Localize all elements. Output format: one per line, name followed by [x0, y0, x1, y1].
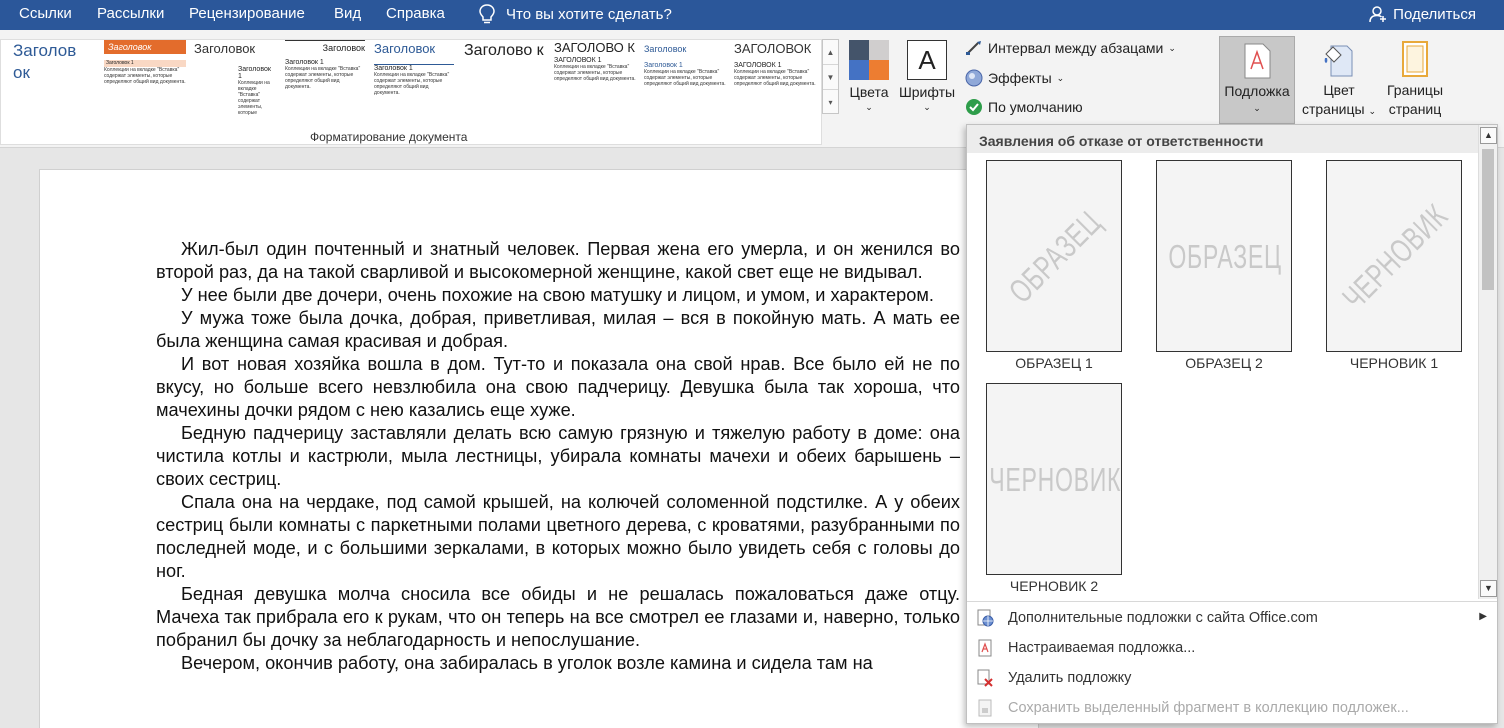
style-item[interactable]: Заголовок Заголовок 1 Коллекции на вклад…: [285, 40, 365, 116]
group-label-document-formatting: Форматирование документа: [310, 130, 468, 144]
style-item[interactable]: Заголовок Заголовок 1 Коллекции на вклад…: [644, 40, 726, 116]
tell-me-text[interactable]: Что вы хотите сделать?: [506, 6, 672, 23]
remove-watermark-item[interactable]: Удалить подложку: [967, 663, 1497, 693]
watermark-text: ЧЕРНОВИК: [989, 461, 1121, 498]
paint-bucket-icon: [1324, 45, 1353, 77]
remove-watermark-icon: [977, 669, 993, 687]
paragraph[interactable]: Вечером, окончив работу, она забиралась …: [156, 652, 960, 675]
page-borders-label-2: страниц: [1388, 101, 1442, 117]
chevron-down-icon: ⌄: [1056, 72, 1065, 83]
style-item[interactable]: Заголов ок: [13, 40, 91, 116]
watermark-text: ЧЕРНОВИК: [1334, 196, 1455, 317]
more-watermarks-office-item[interactable]: Дополнительные подложки с сайта Office.c…: [967, 603, 1497, 633]
paragraph[interactable]: У нее были две дочери, очень похожие на …: [156, 284, 960, 307]
watermark-thumb-draft-2[interactable]: ЧЕРНОВИК: [986, 383, 1122, 575]
tab-view[interactable]: Вид: [334, 5, 361, 22]
style-item[interactable]: Заголовок Заголовок 1 Коллекции на вклад…: [374, 40, 454, 116]
divider: [967, 601, 1497, 602]
fonts-icon: A: [907, 40, 947, 80]
watermark-label: ОБРАЗЕЦ 1: [1015, 355, 1093, 371]
watermark-thumb-sample-2[interactable]: ОБРАЗЕЦ: [1156, 160, 1292, 352]
tell-me-search[interactable]: Что вы хотите сделать?: [478, 3, 672, 25]
globe-watermark-icon: [977, 609, 994, 627]
chevron-down-icon: ⌄: [1168, 42, 1176, 53]
watermark-text: ОБРАЗЕЦ: [1168, 238, 1282, 275]
page-borders-button[interactable]: Границы страниц: [1381, 36, 1449, 124]
check-circle-icon: [966, 99, 982, 115]
document-body[interactable]: Жил-был один почтенный и знатный человек…: [156, 238, 960, 675]
scroll-down-icon[interactable]: ▼: [1480, 580, 1497, 597]
chevron-down-icon: ⌄: [923, 102, 931, 112]
effects-icon: [965, 69, 983, 87]
page-color-label-1: Цвет: [1323, 82, 1355, 98]
share-label: Поделиться: [1393, 5, 1476, 23]
scroll-up-icon[interactable]: ▲: [823, 40, 838, 65]
chevron-down-icon: ⌄: [865, 102, 873, 112]
watermark-page-icon: [1244, 43, 1271, 79]
tab-help[interactable]: Справка: [386, 5, 445, 22]
colors-button[interactable]: Цвета ⌄: [846, 39, 892, 125]
watermark-button[interactable]: Подложка ⌄: [1219, 36, 1295, 124]
style-item[interactable]: Заголово к: [464, 40, 546, 116]
lightbulb-icon: [479, 4, 495, 24]
paragraph-spacing-button[interactable]: Интервал между абзацами ⌄: [965, 40, 1176, 56]
watermark-label: ЧЕРНОВИК 1: [1349, 355, 1439, 371]
effects-button[interactable]: Эффекты ⌄: [965, 69, 1064, 87]
paragraph[interactable]: Спала она на чердаке, под самой крышей, …: [156, 491, 960, 583]
paragraph[interactable]: И вот новая хозяйка вошла в дом. Тут-то …: [156, 353, 960, 422]
scroll-up-icon[interactable]: ▲: [1480, 127, 1497, 144]
paragraph-spacing-icon: [966, 41, 981, 55]
tab-review[interactable]: Рецензирование: [189, 5, 305, 22]
custom-watermark-icon: [978, 639, 992, 657]
chevron-right-icon: ▶: [1479, 611, 1487, 622]
panel-scrollbar[interactable]: ▲ ▼: [1478, 125, 1497, 599]
paragraph[interactable]: Бедная девушка молча сносила все обиды и…: [156, 583, 960, 652]
page-borders-icon: [1402, 41, 1428, 77]
watermark-thumb-sample-1[interactable]: ОБРАЗЕЦ: [986, 160, 1122, 352]
gallery-scroll[interactable]: ▲ ▼ ▾: [822, 39, 839, 114]
custom-watermark-item[interactable]: Настраиваемая подложка...: [967, 633, 1497, 663]
tab-mailings[interactable]: Рассылки: [97, 5, 164, 22]
scroll-thumb[interactable]: [1482, 149, 1494, 290]
watermark-label: Подложка: [1224, 83, 1290, 99]
watermark-label: ЧЕРНОВИК 2: [1009, 578, 1099, 594]
style-item[interactable]: Заголовок Заголовок 1 Коллекции на вклад…: [104, 40, 186, 116]
chevron-down-icon: ⌄: [1368, 106, 1377, 116]
set-default-button[interactable]: По умолчанию: [965, 98, 1083, 116]
colors-label: Цвета: [849, 84, 889, 100]
save-selection-to-gallery-item: Сохранить выделенный фрагмент в коллекци…: [967, 693, 1497, 723]
watermark-thumb-draft-1[interactable]: ЧЕРНОВИК: [1326, 160, 1462, 352]
paragraph[interactable]: Бедную падчерицу заставляли делать всю с…: [156, 422, 960, 491]
save-watermark-icon: [978, 699, 992, 717]
menu-bar: Ссылки Рассылки Рецензирование Вид Справ…: [0, 0, 1504, 30]
style-item[interactable]: ЗАГОЛОВО К ЗАГОЛОВОК 1 Коллекции на вкла…: [554, 40, 636, 116]
page-color-button[interactable]: Цвет страницы ⌄: [1297, 36, 1381, 124]
fonts-button[interactable]: A Шрифты ⌄: [895, 39, 959, 125]
fonts-label: Шрифты: [898, 84, 956, 100]
paragraph[interactable]: У мужа тоже была дочка, добрая, приветли…: [156, 307, 960, 353]
style-item[interactable]: ЗАГОЛОВОК ЗАГОЛОВОК 1 Коллекции на вклад…: [734, 40, 818, 116]
page-borders-label-1: Границы: [1387, 82, 1443, 98]
scroll-down-icon[interactable]: ▼: [823, 65, 838, 90]
person-icon: [1369, 6, 1387, 23]
page-color-label-2: страницы: [1301, 101, 1365, 117]
chevron-down-icon: ⌄: [1253, 103, 1261, 113]
watermark-dropdown: Заявления об отказе от ответственности О…: [966, 124, 1498, 724]
paragraph[interactable]: Жил-был один почтенный и знатный человек…: [156, 238, 960, 284]
colors-palette-icon: [849, 40, 889, 80]
gallery-more-icon[interactable]: ▾: [823, 90, 838, 115]
watermark-text: ОБРАЗЕЦ: [1001, 203, 1108, 310]
watermark-label: ОБРАЗЕЦ 2: [1185, 355, 1263, 371]
panel-section-header: Заявления об отказе от ответственности: [967, 125, 1478, 153]
style-item[interactable]: Заголовок Заголовок 1 Коллекции на вклад…: [194, 40, 274, 116]
share-button[interactable]: Поделиться: [1369, 5, 1476, 23]
tab-links[interactable]: Ссылки: [19, 5, 72, 22]
